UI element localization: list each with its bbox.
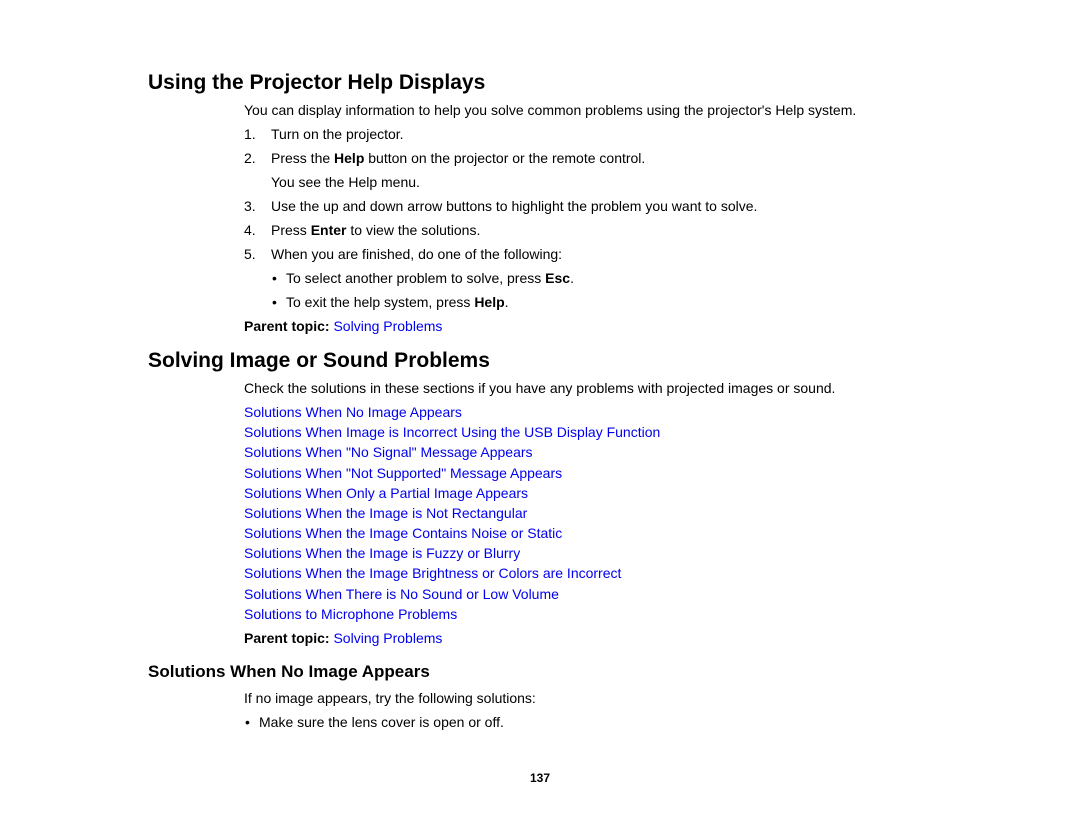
step-text: Press Enter to view the solutions.	[271, 221, 480, 239]
bullet-text-pre: To select another problem to solve, pres…	[286, 270, 546, 286]
document-page: Using the Projector Help Displays You ca…	[0, 0, 1080, 834]
key-help: Help	[334, 150, 365, 166]
bullet-text: To select another problem to solve, pres…	[286, 269, 574, 287]
heading-solving-image-sound: Solving Image or Sound Problems	[148, 349, 490, 372]
parent-topic-link[interactable]: Solving Problems	[333, 318, 442, 334]
bullet-icon: •	[272, 294, 277, 310]
step-2-note: You see the Help menu.	[271, 174, 420, 190]
link-partial-image[interactable]: Solutions When Only a Partial Image Appe…	[244, 484, 528, 502]
bullet-text: To exit the help system, press Help.	[286, 293, 509, 311]
step-number: 2.	[244, 150, 256, 166]
step-number: 3.	[244, 198, 256, 214]
step-number: 4.	[244, 222, 256, 238]
parent-topic-label: Parent topic:	[244, 318, 330, 334]
step-number: 5.	[244, 246, 256, 262]
link-microphone[interactable]: Solutions to Microphone Problems	[244, 605, 457, 623]
page-number: 137	[529, 771, 551, 785]
key-enter: Enter	[310, 222, 347, 238]
section1-intro: You can display information to help you …	[244, 102, 857, 118]
bullet-icon: •	[272, 270, 277, 286]
link-no-image[interactable]: Solutions When No Image Appears	[244, 403, 462, 421]
parent-topic-link[interactable]: Solving Problems	[333, 630, 442, 646]
heading-using-projector-help: Using the Projector Help Displays	[148, 71, 486, 94]
link-no-sound[interactable]: Solutions When There is No Sound or Low …	[244, 585, 559, 603]
link-brightness-colors[interactable]: Solutions When the Image Brightness or C…	[244, 564, 621, 582]
bullet-text-post: .	[504, 294, 509, 310]
key-help: Help	[474, 294, 505, 310]
link-no-signal[interactable]: Solutions When "No Signal" Message Appea…	[244, 443, 533, 461]
parent-topic-2: Parent topic: Solving Problems	[244, 629, 442, 647]
link-fuzzy-blurry[interactable]: Solutions When the Image is Fuzzy or Blu…	[244, 544, 520, 562]
link-noise-static[interactable]: Solutions When the Image Contains Noise …	[244, 524, 562, 542]
bullet-icon: •	[245, 714, 250, 730]
bullet-text-pre: To exit the help system, press	[286, 294, 475, 310]
step-text: Turn on the projector.	[271, 126, 404, 142]
section2-intro: Check the solutions in these sections if…	[244, 380, 836, 396]
link-usb-display[interactable]: Solutions When Image is Incorrect Using …	[244, 423, 660, 441]
link-not-rectangular[interactable]: Solutions When the Image is Not Rectangu…	[244, 504, 527, 522]
step-text: When you are finished, do one of the fol…	[271, 246, 563, 262]
step-text-post: to view the solutions.	[346, 222, 481, 238]
step-text: Use the up and down arrow buttons to hig…	[271, 198, 758, 214]
parent-topic-label: Parent topic:	[244, 630, 330, 646]
bullet-text: Make sure the lens cover is open or off.	[259, 714, 504, 730]
step-text: Press the Help button on the projector o…	[271, 149, 645, 167]
heading-no-image-appears: Solutions When No Image Appears	[148, 662, 430, 681]
parent-topic-1: Parent topic: Solving Problems	[244, 317, 442, 335]
step-number: 1.	[244, 126, 256, 142]
step-text-pre: Press the	[271, 150, 335, 166]
bullet-text-post: .	[570, 270, 574, 286]
step-text-pre: Press	[271, 222, 311, 238]
section3-intro: If no image appears, try the following s…	[244, 690, 536, 706]
step-text-post: button on the projector or the remote co…	[364, 150, 646, 166]
link-not-supported[interactable]: Solutions When "Not Supported" Message A…	[244, 464, 562, 482]
key-esc: Esc	[545, 270, 571, 286]
